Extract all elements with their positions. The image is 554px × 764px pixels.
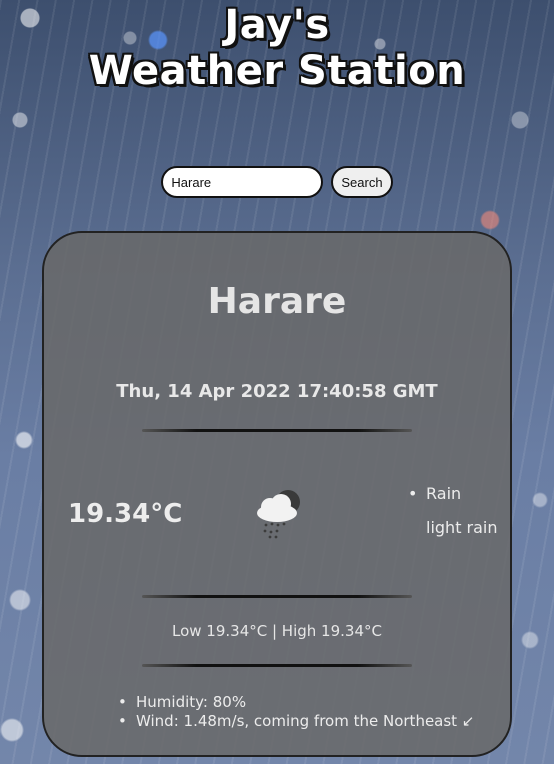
condition-list: • Rain light rain <box>408 477 498 545</box>
divider <box>142 429 412 432</box>
site-title-line-2: Weather Station <box>88 48 466 94</box>
search-button[interactable]: Search <box>331 166 393 198</box>
humidity-item: • Humidity: 80% <box>118 693 474 712</box>
divider <box>142 664 412 667</box>
condition-description: light rain <box>426 518 498 537</box>
condition-main-text: Rain <box>426 484 462 503</box>
site-title: Jay's Weather Station <box>0 2 554 94</box>
current-temperature: 19.34°C <box>68 499 183 529</box>
city-search-input[interactable] <box>161 166 324 198</box>
weather-card: Harare Thu, 14 Apr 2022 17:40:58 GMT 19.… <box>42 231 512 757</box>
cloud-rain-icon <box>257 490 300 539</box>
details-list: • Humidity: 80% • Wind: 1.48m/s, coming fr… <box>118 693 475 731</box>
bullet: • <box>408 484 418 503</box>
date-time: Thu, 14 Apr 2022 17:40:58 GMT <box>116 381 438 402</box>
bullet: • <box>118 712 127 730</box>
low-high-temperature: Low 19.34°C | High 19.34°C <box>172 622 382 640</box>
humidity-text: Humidity: 80% <box>136 693 247 711</box>
search-bar: Search <box>0 166 554 198</box>
wind-item: • Wind: 1.48m/s, coming from the Northeas… <box>118 712 475 731</box>
city-name: Harare <box>207 281 347 322</box>
site-title-line-1: Jay's <box>224 2 330 48</box>
wind-text: Wind: 1.48m/s, coming from the Northeast… <box>136 712 475 730</box>
divider <box>142 595 412 598</box>
condition-main: • Rain <box>408 477 498 511</box>
bullet: • <box>118 693 127 711</box>
